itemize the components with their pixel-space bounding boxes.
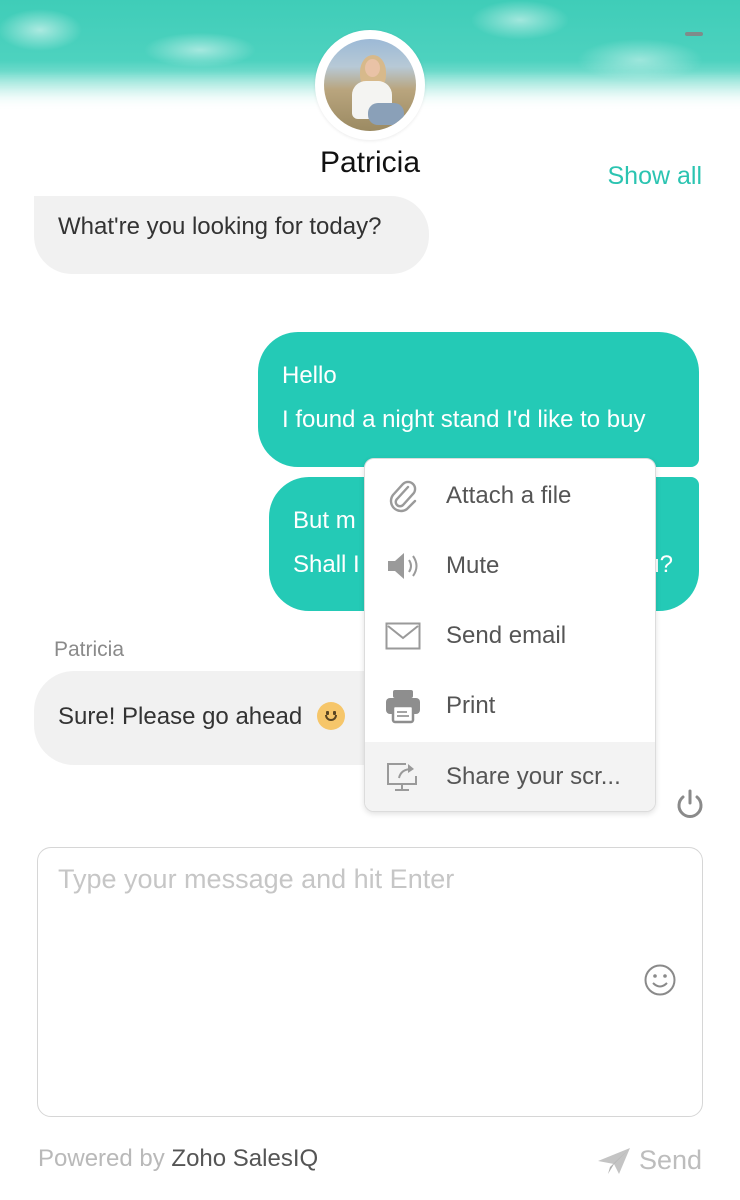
- power-icon: [677, 789, 703, 818]
- agent-photo: [324, 39, 416, 131]
- menu-item-label: Print: [446, 692, 496, 719]
- menu-item-attach-file[interactable]: Attach a file: [365, 461, 655, 531]
- agent-avatar: [315, 30, 425, 140]
- smiley-icon: [644, 964, 676, 996]
- powered-by-label: Powered by: [38, 1145, 165, 1172]
- show-all-link[interactable]: Show all: [608, 162, 703, 191]
- screen-share-icon: [383, 757, 423, 797]
- brand-link[interactable]: Zoho SalesIQ: [171, 1145, 318, 1172]
- menu-item-print[interactable]: Print: [365, 671, 655, 741]
- message-text: I found a night stand I'd like to buy: [282, 406, 646, 433]
- emoji-button[interactable]: [643, 963, 677, 997]
- message-bubble-incoming: What're you looking for today?: [34, 196, 429, 274]
- menu-item-label: Share your scr...: [446, 763, 621, 790]
- message-text: What're you looking for today?: [58, 213, 382, 240]
- menu-item-send-email[interactable]: Send email: [365, 601, 655, 671]
- envelope-icon: [383, 616, 423, 656]
- speaker-icon: [383, 546, 423, 586]
- smiling-face-emoji-icon: [316, 702, 345, 730]
- message-input[interactable]: [38, 848, 702, 1116]
- paperclip-icon: [383, 476, 423, 516]
- paper-plane-icon: [597, 1147, 630, 1174]
- message-text: Hello: [282, 362, 337, 389]
- message-composer: [37, 847, 703, 1117]
- message-bubble-incoming: Sure! Please go ahead: [34, 671, 404, 765]
- attachment-menu: Attach a file Mute Send email Print Shar…: [364, 458, 656, 812]
- powered-by: Powered by Zoho SalesIQ: [38, 1145, 318, 1173]
- minimize-button[interactable]: [685, 32, 703, 36]
- menu-item-mute[interactable]: Mute: [365, 531, 655, 601]
- send-button[interactable]: Send: [597, 1145, 702, 1176]
- message-text: Sure! Please go ahead: [58, 703, 303, 730]
- menu-item-label: Mute: [446, 552, 500, 579]
- message-bubble-outgoing: Hello I found a night stand I'd like to …: [258, 332, 699, 467]
- printer-icon: [383, 686, 423, 726]
- menu-item-label: Send email: [446, 622, 567, 649]
- menu-item-label: Attach a file: [446, 482, 572, 509]
- sender-name: Patricia: [54, 638, 125, 661]
- end-chat-button[interactable]: [673, 788, 707, 822]
- menu-item-share-screen[interactable]: Share your scr...: [365, 742, 655, 811]
- send-label: Send: [638, 1145, 702, 1175]
